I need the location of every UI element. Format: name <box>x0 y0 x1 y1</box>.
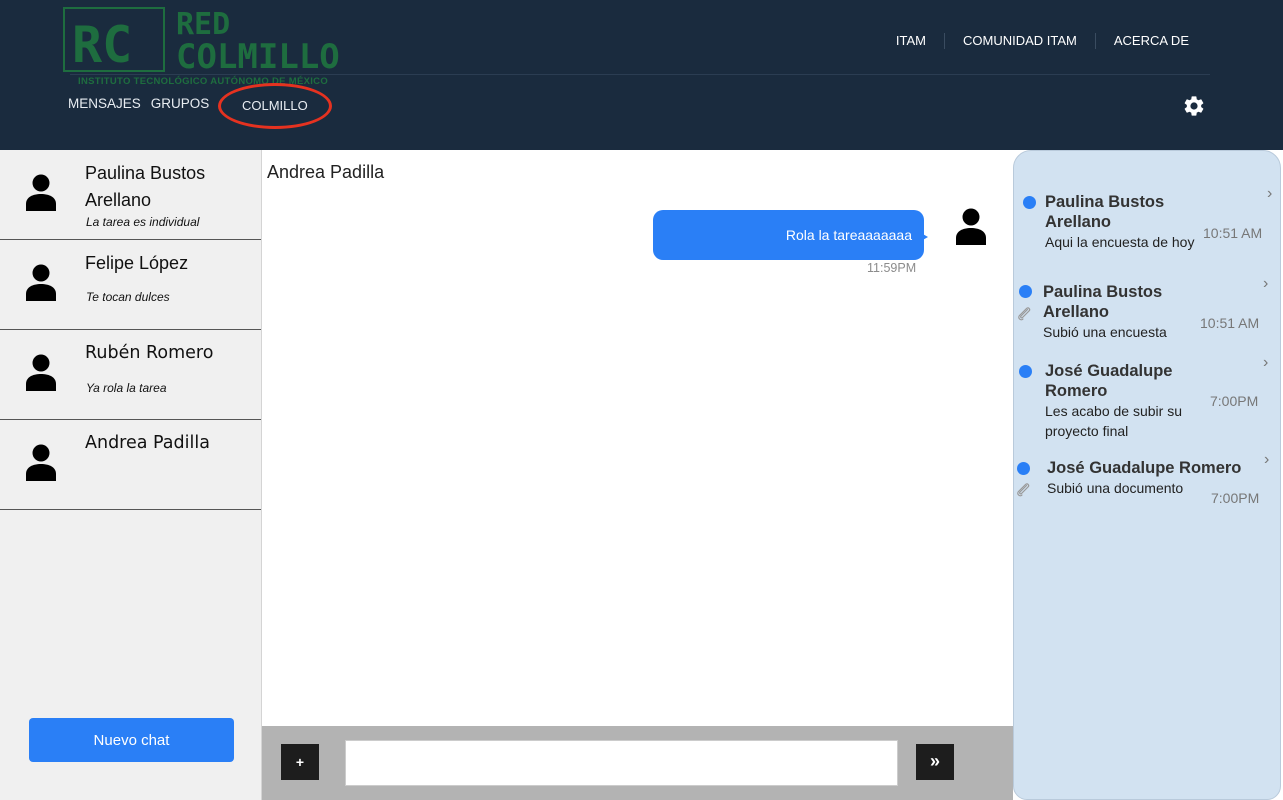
message-input[interactable] <box>345 740 898 786</box>
notification-text: Aqui la encuesta de hoy <box>1045 234 1195 250</box>
notification-time: 10:51 AM <box>1203 225 1263 241</box>
nav-comunidad-itam[interactable]: COMUNIDAD ITAM <box>945 33 1095 49</box>
chat-list: Paulina Bustos Arellano La tarea es indi… <box>0 150 262 800</box>
chat-item-felipe[interactable]: Felipe López Te tocan dulces <box>0 240 261 330</box>
chat-last-message: Ya rola la tarea <box>86 381 167 395</box>
chat-contact-name: Felipe López <box>85 253 189 273</box>
logo-graphic: RC RED COLMILLO <box>63 7 340 76</box>
gear-icon[interactable] <box>1182 94 1206 118</box>
user-avatar-icon <box>26 444 56 481</box>
chat-item-andrea[interactable]: Andrea Padilla <box>0 420 261 510</box>
message-bubble-tail <box>921 233 928 241</box>
send-button[interactable]: » <box>916 744 954 780</box>
notification-time: 10:51 AM <box>1200 315 1260 331</box>
notification-sender: José Guadalupe Romero <box>1045 362 1173 400</box>
chat-item-ruben[interactable]: Rubén Romero Ya rola la tarea <box>0 330 261 420</box>
chat-last-message: Te tocan dulces <box>86 290 170 304</box>
notification-item[interactable]: Paulina Bustos Arellano Aqui la encuesta… <box>1014 185 1280 271</box>
chat-contact-name: Andrea Padilla <box>85 433 210 453</box>
chat-last-message: La tarea es individual <box>86 215 200 229</box>
chevron-right-icon: › <box>1263 275 1269 292</box>
sent-message-bubble: Rola la tareaaaaaaa <box>653 210 924 260</box>
red-colmillo-logo[interactable]: RC RED COLMILLO INSTITUTO TECNOLÓGICO AU… <box>62 6 382 90</box>
highlight-annotation-circle <box>218 83 332 129</box>
chevron-right-icon: › <box>1264 451 1270 468</box>
chat-contact-name: Paulina Bustos Arellano <box>85 163 206 210</box>
chevron-right-icon: › <box>1263 354 1269 371</box>
notification-item[interactable]: Paulina Bustos Arellano Subió una encues… <box>1014 275 1280 341</box>
nav-itam[interactable]: ITAM <box>878 33 944 49</box>
nav-acerca-de[interactable]: ACERCA DE <box>1096 33 1207 49</box>
user-avatar-icon <box>26 264 56 301</box>
unread-dot-icon <box>1023 196 1036 209</box>
message-composer: + » <box>262 726 1013 800</box>
notifications-panel: Paulina Bustos Arellano Aqui la encuesta… <box>1013 150 1281 800</box>
user-avatar-icon <box>26 354 56 391</box>
notification-text: Les acabo de subir su proyecto final <box>1045 403 1182 439</box>
notification-sender: José Guadalupe Romero <box>1047 459 1242 477</box>
notification-item[interactable]: José Guadalupe Romero Les acabo de subir… <box>1014 354 1280 442</box>
notification-sender: Paulina Bustos Arellano <box>1043 283 1163 321</box>
svg-text:RC: RC <box>72 16 132 74</box>
tab-grupos[interactable]: GRUPOS <box>151 96 210 111</box>
attach-button[interactable]: + <box>281 744 319 780</box>
conversation-title: Andrea Padilla <box>267 162 385 182</box>
svg-text:COLMILLO: COLMILLO <box>176 37 340 76</box>
top-nav: ITAM COMUNIDAD ITAM ACERCA DE <box>878 33 1207 49</box>
notification-time: 7:00PM <box>1211 490 1260 506</box>
notification-text: Subió una documento <box>1047 480 1184 496</box>
unread-dot-icon <box>1019 285 1032 298</box>
new-chat-button[interactable]: Nuevo chat <box>29 718 234 762</box>
chevron-right-icon: › <box>1267 185 1273 202</box>
header-divider <box>70 74 1210 75</box>
chat-item-paulina[interactable]: Paulina Bustos Arellano La tarea es indi… <box>0 150 261 240</box>
message-timestamp: 11:59PM <box>867 261 917 275</box>
unread-dot-icon <box>1017 462 1030 475</box>
app-header: RC RED COLMILLO INSTITUTO TECNOLÓGICO AU… <box>0 0 1283 150</box>
user-avatar-icon <box>26 174 56 211</box>
tab-mensajes[interactable]: MENSAJES <box>68 96 141 111</box>
notification-sender: Paulina Bustos Arellano <box>1045 193 1165 231</box>
chat-contact-name: Rubén Romero <box>85 343 214 363</box>
notification-text: Subió una encuesta <box>1043 324 1167 340</box>
conversation-panel: Andrea Padilla Rola la tareaaaaaaa 11:59… <box>262 150 1013 800</box>
notification-time: 7:00PM <box>1210 393 1259 409</box>
notification-item[interactable]: José Guadalupe Romero Subió una document… <box>1014 451 1280 517</box>
unread-dot-icon <box>1019 365 1032 378</box>
section-nav: MENSAJES GRUPOS <box>68 96 219 111</box>
paperclip-icon <box>1018 307 1031 321</box>
sender-avatar-icon <box>956 208 986 245</box>
paperclip-icon <box>1017 483 1030 497</box>
